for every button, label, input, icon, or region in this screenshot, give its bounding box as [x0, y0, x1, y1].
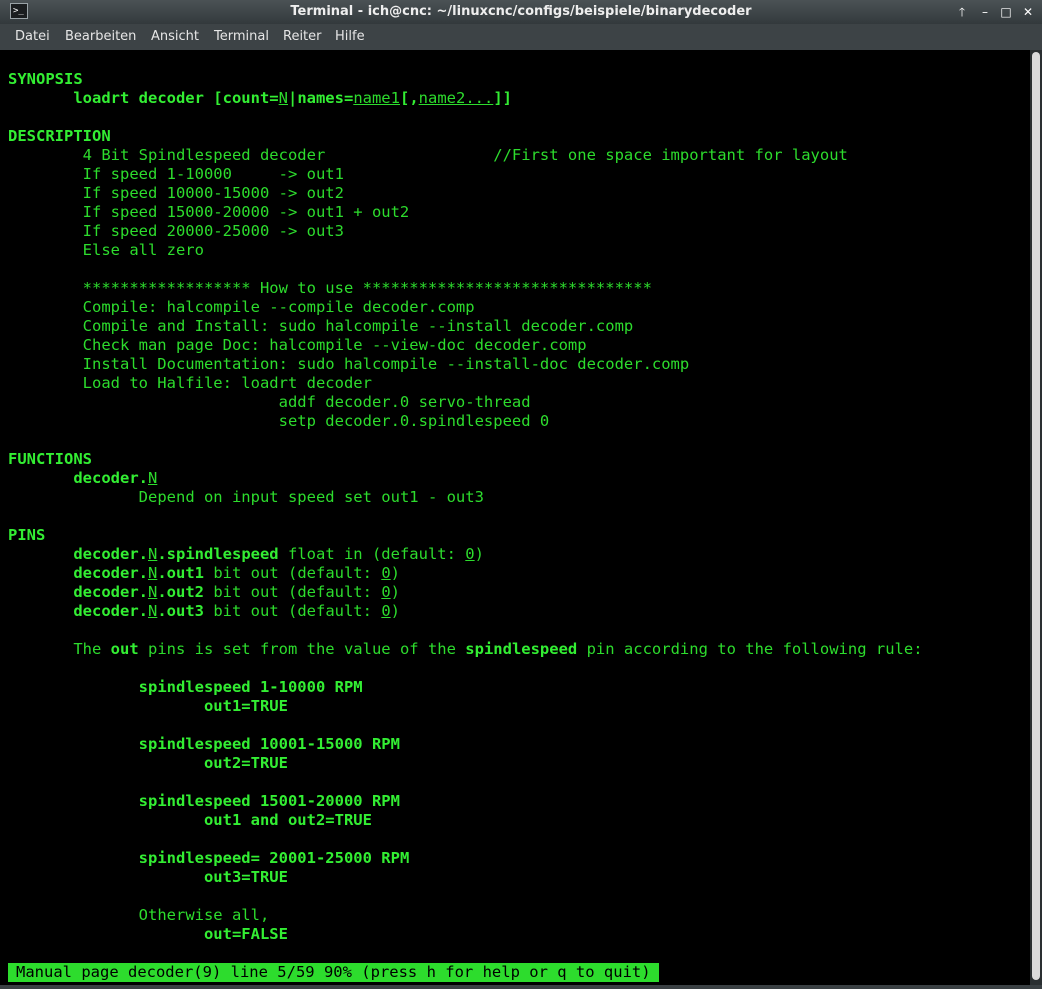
- rule-result: out2=TRUE: [203, 754, 288, 772]
- menu-bearbeiten[interactable]: Bearbeiten: [65, 24, 136, 50]
- functions-heading: FUNCTIONS: [8, 450, 92, 468]
- description-line: Else all zero: [82, 241, 204, 259]
- scrollbar-thumb[interactable]: [1032, 52, 1040, 980]
- rule-condition: spindlespeed 1-10000 RPM: [138, 678, 363, 696]
- pin-line: decoder.N.out2 bit out (default: 0): [73, 583, 400, 601]
- description-line: If speed 20000-25000 -> out3: [82, 222, 344, 240]
- description-line: If speed 1-10000 -> out1: [82, 165, 344, 183]
- synopsis-line: loadrt decoder [count=N|names=name1[,nam…: [73, 89, 512, 107]
- description-line: If speed 10000-15000 -> out2: [82, 184, 344, 202]
- pins-heading: PINS: [8, 526, 46, 544]
- pin-line: decoder.N.out3 bit out (default: 0): [73, 602, 400, 620]
- description-line: Check man page Doc: halcompile --view-do…: [82, 336, 587, 354]
- pin-line: decoder.N.spindlespeed float in (default…: [73, 545, 484, 563]
- rule-intro: The out pins is set from the value of th…: [73, 640, 923, 658]
- description-line: Install Documentation: sudo halcompile -…: [82, 355, 690, 373]
- pager-status-bar: Manual page decoder(9) line 5/59 90% (pr…: [8, 963, 659, 982]
- menu-bar: Datei Bearbeiten Ansicht Terminal Reiter…: [0, 24, 1042, 50]
- desktop-strip: [0, 985, 1042, 989]
- description-line: setp decoder.0.spindlespeed 0: [82, 412, 550, 430]
- rule-result: out1=TRUE: [203, 697, 288, 715]
- function-description: Depend on input speed set out1 - out3: [138, 488, 484, 506]
- rule-condition: spindlespeed 15001-20000 RPM: [138, 792, 400, 810]
- menu-hilfe[interactable]: Hilfe: [335, 24, 365, 50]
- synopsis-heading: SYNOPSIS: [8, 70, 83, 88]
- maximize-button[interactable]: □: [997, 3, 1015, 21]
- window-title: Terminal - ich@cnc: ~/linuxcnc/configs/b…: [290, 4, 752, 19]
- terminal-scrollbar[interactable]: [1030, 50, 1042, 985]
- description-line: If speed 15000-20000 -> out1 + out2: [82, 203, 410, 221]
- rule-condition: spindlespeed 10001-15000 RPM: [138, 735, 400, 753]
- description-line: Load to Halfile: loadrt decoder: [82, 374, 372, 392]
- description-heading: DESCRIPTION: [8, 127, 111, 145]
- minimize-button[interactable]: –: [976, 3, 994, 21]
- description-line: ****************** How to use **********…: [82, 279, 652, 297]
- pin-line: decoder.N.out1 bit out (default: 0): [73, 564, 400, 582]
- description-line: addf decoder.0 servo-thread: [82, 393, 531, 411]
- description-line: 4 Bit Spindlespeed decoder //First one s…: [82, 146, 848, 164]
- otherwise-line: Otherwise all,: [138, 906, 270, 924]
- description-line: Compile and Install: sudo halcompile --i…: [82, 317, 634, 335]
- keep-above-button[interactable]: 🡑: [953, 3, 971, 21]
- window-titlebar[interactable]: >_ Terminal - ich@cnc: ~/linuxcnc/config…: [0, 0, 1042, 24]
- menu-ansicht[interactable]: Ansicht: [151, 24, 199, 50]
- description-line: Compile: halcompile --compile decoder.co…: [82, 298, 475, 316]
- menu-reiter[interactable]: Reiter: [283, 24, 322, 50]
- menu-terminal[interactable]: Terminal: [214, 24, 269, 50]
- menu-datei[interactable]: Datei: [15, 24, 50, 50]
- rule-condition: spindlespeed= 20001-25000 RPM: [138, 849, 410, 867]
- rule-result: out1 and out2=TRUE: [203, 811, 372, 829]
- function-name: decoder.N: [73, 469, 158, 487]
- close-button[interactable]: ✕: [1019, 3, 1037, 21]
- otherwise-result: out=FALSE: [203, 925, 288, 943]
- rule-result: out3=TRUE: [203, 868, 288, 886]
